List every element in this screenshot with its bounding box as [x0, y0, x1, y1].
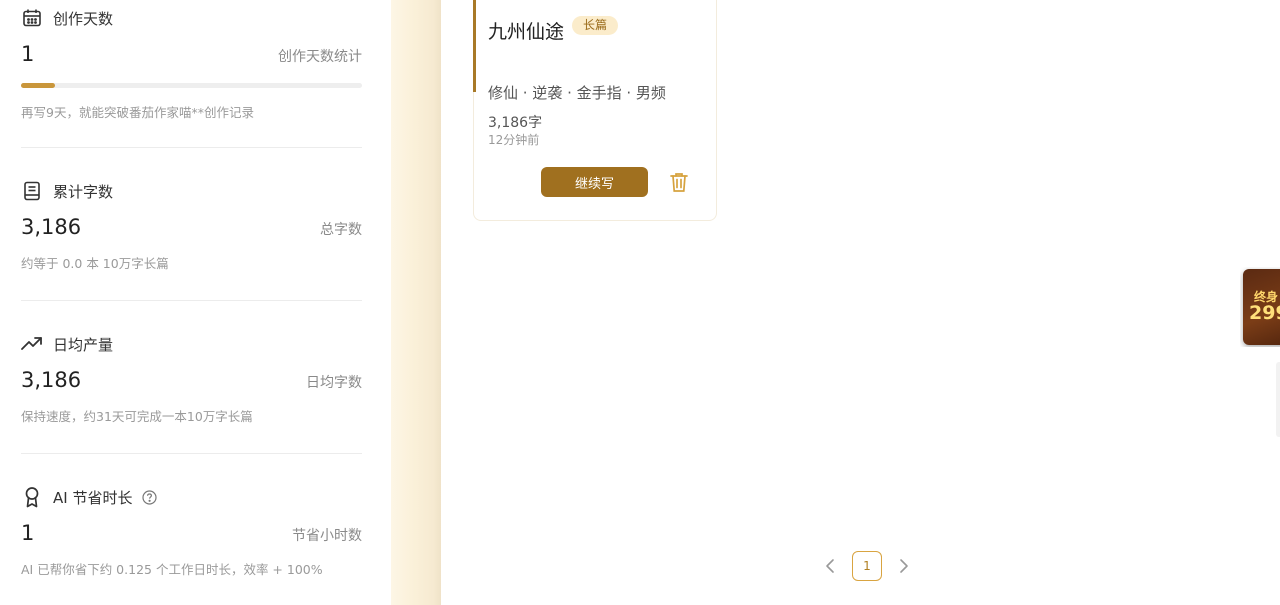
stat-value: 1 [21, 42, 35, 66]
stat-title: 日均产量 [53, 335, 114, 354]
trending-up-icon [21, 333, 43, 355]
side-panel-edge[interactable] [1276, 362, 1280, 437]
stat-total-words: 累计字数 3,186 总字数 约等于 0.0 本 10万字长篇 [21, 179, 362, 272]
stat-note: 再写9天，就能突破番茄作家喵**创作记录 [21, 105, 254, 120]
promo-badge-box: 终身 299 [1243, 269, 1280, 345]
award-ribbon-icon [21, 486, 43, 508]
divider [21, 147, 362, 148]
book-word-count: 3,186字 [488, 115, 543, 131]
help-question-icon[interactable] [142, 489, 158, 505]
progress-fill [21, 83, 56, 88]
page-button-current[interactable]: 1 [852, 551, 882, 581]
stats-sidebar: 创作天数 1 创作天数统计 再写9天，就能突破番茄作家喵**创作记录 累计字数 [0, 0, 391, 605]
stat-unit: 日均字数 [306, 375, 362, 391]
promo-badge[interactable]: 终身 299 [1240, 267, 1280, 347]
promo-line2: 299 [1249, 302, 1280, 324]
stat-unit: 创作天数统计 [278, 49, 362, 65]
stat-note: 约等于 0.0 本 10万字长篇 [21, 256, 169, 271]
chevron-left-icon[interactable] [819, 552, 841, 580]
book-title[interactable]: 九州仙途 [488, 17, 564, 44]
pagination: 1 [819, 551, 915, 581]
stat-value: 3,186 [21, 368, 82, 392]
chevron-right-icon[interactable] [893, 552, 915, 580]
stat-daily-output: 日均产量 3,186 日均字数 保持速度，约31天可完成一本10万字长篇 [21, 332, 362, 425]
stat-creation-days: 创作天数 1 创作天数统计 再写9天，就能突破番茄作家喵**创作记录 [21, 6, 362, 121]
stat-value: 3,186 [21, 215, 82, 239]
stat-title: AI 节省时长 [53, 488, 133, 507]
document-icon [21, 180, 43, 202]
trash-icon[interactable] [667, 170, 691, 194]
stat-note: AI 已帮你省下约 0.125 个工作日时长，效率 + 100% [21, 562, 323, 577]
book-card-accent [473, 0, 476, 92]
stat-unit: 节省小时数 [292, 528, 362, 544]
book-type-badge: 长篇 [572, 16, 619, 35]
stat-ai-time-saved: AI 节省时长 1 节省小时数 AI 已帮你省下约 0.125 个工作日时长，效… [21, 485, 362, 578]
stat-title: 累计字数 [53, 182, 114, 201]
book-tags: 修仙 · 逆袭 · 金手指 · 男频 [488, 84, 666, 102]
stat-note: 保持速度，约31天可完成一本10万字长篇 [21, 409, 253, 424]
divider [21, 300, 362, 301]
continue-writing-button[interactable]: 继续写 [541, 167, 648, 197]
calendar-icon [21, 7, 43, 29]
stat-title: 创作天数 [53, 9, 114, 28]
panel-gutter [391, 0, 441, 605]
stat-unit: 总字数 [320, 222, 362, 238]
stat-value: 1 [21, 521, 35, 545]
creation-progress-bar [21, 83, 362, 88]
divider [21, 453, 362, 454]
book-updated-time: 12分钟前 [488, 133, 540, 147]
